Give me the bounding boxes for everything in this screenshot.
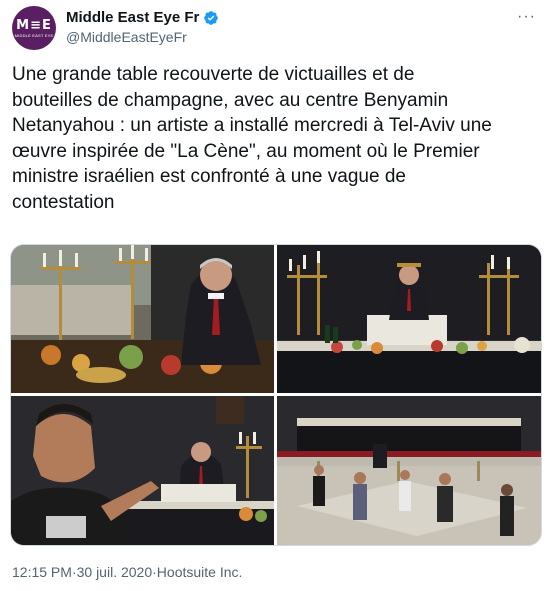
avatar-logo-subtext: MIDDLE EAST EYE [14, 32, 54, 38]
tweet-source[interactable]: Hootsuite Inc. [157, 564, 243, 580]
name-row: Middle East Eye Fr [66, 9, 219, 26]
more-dots-icon[interactable]: ··· [517, 8, 536, 26]
avatar[interactable]: M≡E MIDDLE EAST EYE [12, 6, 56, 50]
tweet-text: Une grande table recouverte de victuaill… [12, 62, 542, 215]
user-handle[interactable]: @MiddleEastEyeFr [66, 29, 187, 45]
display-name[interactable]: Middle East Eye Fr [66, 9, 199, 26]
photo-table-wide[interactable] [277, 245, 541, 393]
tweet-date[interactable]: 30 juil. 2020 [77, 564, 153, 580]
verified-badge-icon [204, 10, 219, 25]
tweet-header: M≡E MIDDLE EAST EYE Middle East Eye Fr @… [12, 6, 538, 52]
tweet-text-line: œuvre inspirée de "La Cène", au moment o… [12, 140, 480, 162]
tweet-time[interactable]: 12:15 PM [12, 564, 72, 580]
media-grid [10, 244, 542, 546]
tweet-text-line: contestation [12, 191, 115, 213]
photo-table-closeup[interactable] [11, 245, 274, 393]
photo-square-crowd[interactable] [277, 396, 541, 545]
tweet-text-line: ministre israélien est confronté à une v… [12, 166, 406, 187]
tweet-text-line: Netanyahou : un artiste a installé mercr… [12, 115, 492, 136]
tweet-text-line: bouteilles de champagne, avec au centre … [12, 89, 449, 111]
tweet-meta: 12:15 PM · 30 juil. 2020 · Hootsuite Inc… [12, 564, 242, 580]
photo-selfie[interactable] [11, 396, 274, 545]
avatar-logo-mark: M≡E [16, 17, 52, 33]
tweet-text-line: Une grande table recouverte de victuaill… [12, 64, 415, 85]
